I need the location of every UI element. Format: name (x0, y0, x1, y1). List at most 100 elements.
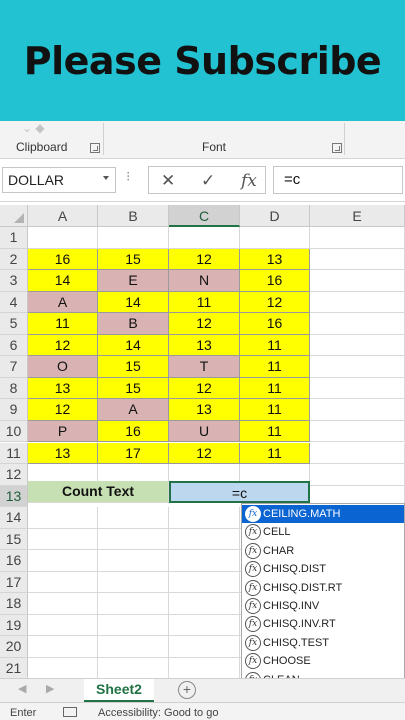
cell-a9[interactable]: 12 (28, 399, 98, 421)
row-header-14[interactable]: 14 (0, 507, 28, 529)
row-header-1[interactable]: 1 (0, 227, 28, 249)
row-header-19[interactable]: 19 (0, 614, 28, 637)
autocomplete-item[interactable]: fx CHISQ.INV (242, 597, 404, 615)
cell-a5[interactable]: 11 (28, 313, 98, 335)
cell-a19[interactable] (28, 614, 98, 637)
select-all-corner[interactable] (0, 205, 28, 227)
autocomplete-item[interactable]: fx CHAR (242, 542, 404, 560)
cancel-icon[interactable]: ✕ (161, 171, 175, 191)
row-header-18[interactable]: 18 (0, 593, 28, 615)
cell-d5[interactable]: 16 (240, 313, 310, 335)
cell-c1[interactable] (169, 227, 240, 249)
row-header-20[interactable]: 20 (0, 636, 28, 658)
cell-e1[interactable] (310, 227, 405, 249)
cell-c10[interactable]: U (169, 420, 240, 443)
cell-d3[interactable]: 16 (240, 270, 310, 292)
autocomplete-item[interactable]: fx CELL (242, 523, 404, 541)
cell-b4[interactable]: 14 (98, 291, 169, 314)
cell-b10[interactable]: 16 (98, 420, 169, 443)
cell-c19[interactable] (169, 614, 240, 637)
cell-b6[interactable]: 14 (98, 334, 169, 357)
accessibility-status[interactable]: Accessibility: Good to go (98, 707, 218, 719)
column-header-e[interactable]: E (310, 205, 405, 227)
cell-a2[interactable]: 16 (28, 248, 98, 271)
cell-b19[interactable] (98, 614, 169, 637)
cell-c15[interactable] (169, 528, 240, 551)
cell-c14[interactable] (169, 507, 240, 529)
cell-d9[interactable]: 11 (240, 399, 310, 421)
cell-b21[interactable] (98, 658, 169, 680)
cell-a15[interactable] (28, 528, 98, 551)
cell-c21[interactable] (169, 658, 240, 680)
row-header-17[interactable]: 17 (0, 571, 28, 594)
cell-e2[interactable] (310, 248, 405, 271)
cell-c11[interactable]: 12 (169, 442, 240, 464)
cell-a1[interactable] (28, 227, 98, 249)
row-header-9[interactable]: 9 (0, 399, 28, 421)
cell-c2[interactable]: 12 (169, 248, 240, 271)
cell-c3[interactable]: N (169, 270, 240, 292)
cell-b5[interactable]: B (98, 313, 169, 335)
row-header-16[interactable]: 16 (0, 550, 28, 572)
cell-a7[interactable]: O (28, 356, 98, 378)
autocomplete-item[interactable]: fx CHISQ.TEST (242, 634, 404, 652)
autocomplete-item[interactable]: fx CHISQ.DIST (242, 560, 404, 578)
cell-a11[interactable]: 13 (28, 442, 98, 464)
row-header-21[interactable]: 21 (0, 658, 28, 680)
cell-d7[interactable]: 11 (240, 356, 310, 378)
count-text-label[interactable]: Count Text (28, 481, 169, 503)
add-sheet-icon[interactable]: + (178, 681, 196, 699)
prev-sheet-icon[interactable]: ◀ (18, 682, 26, 695)
row-header-5[interactable]: 5 (0, 313, 28, 335)
cell-b1[interactable] (98, 227, 169, 249)
row-header-15[interactable]: 15 (0, 528, 28, 551)
cell-a20[interactable] (28, 636, 98, 658)
cell-e7[interactable] (310, 356, 405, 378)
cell-c16[interactable] (169, 550, 240, 572)
cell-e8[interactable] (310, 377, 405, 400)
cell-e11[interactable] (310, 442, 405, 464)
cell-c4[interactable]: 11 (169, 291, 240, 314)
next-sheet-icon[interactable]: ▶ (46, 682, 54, 695)
cell-b14[interactable] (98, 507, 169, 529)
macro-record-icon[interactable] (63, 707, 77, 717)
cell-a14[interactable] (28, 507, 98, 529)
row-header-4[interactable]: 4 (0, 291, 28, 314)
cell-d8[interactable]: 11 (240, 377, 310, 400)
cell-e6[interactable] (310, 334, 405, 357)
cell-c5[interactable]: 12 (169, 313, 240, 335)
cell-c20[interactable] (169, 636, 240, 658)
cell-b9[interactable]: A (98, 399, 169, 421)
cell-d1[interactable] (240, 227, 310, 249)
row-header-13[interactable]: 13 (0, 485, 28, 508)
cell-c18[interactable] (169, 593, 240, 615)
cell-b18[interactable] (98, 593, 169, 615)
cell-d11[interactable]: 11 (240, 442, 310, 464)
cell-c8[interactable]: 12 (169, 377, 240, 400)
row-header-6[interactable]: 6 (0, 334, 28, 357)
row-header-2[interactable]: 2 (0, 248, 28, 271)
autocomplete-item[interactable]: fx CHISQ.INV.RT (242, 615, 404, 633)
cell-a3[interactable]: 14 (28, 270, 98, 292)
cell-c17[interactable] (169, 571, 240, 594)
formula-input[interactable]: =c (273, 166, 403, 194)
cell-a8[interactable]: 13 (28, 377, 98, 400)
column-header-d[interactable]: D (240, 205, 310, 227)
column-header-b[interactable]: B (98, 205, 169, 227)
row-header-12[interactable]: 12 (0, 464, 28, 486)
cell-a10[interactable]: P (28, 420, 98, 443)
cell-b7[interactable]: 15 (98, 356, 169, 378)
row-header-8[interactable]: 8 (0, 377, 28, 400)
cell-e4[interactable] (310, 291, 405, 314)
cell-e9[interactable] (310, 399, 405, 421)
cell-b2[interactable]: 15 (98, 248, 169, 271)
cell-b20[interactable] (98, 636, 169, 658)
cell-a4[interactable]: A (28, 291, 98, 314)
cell-e10[interactable] (310, 420, 405, 443)
cell-a16[interactable] (28, 550, 98, 572)
cell-c7[interactable]: T (169, 356, 240, 378)
cell-b8[interactable]: 15 (98, 377, 169, 400)
name-box[interactable]: DOLLAR (2, 167, 116, 193)
column-header-c[interactable]: C (169, 205, 240, 227)
cell-e5[interactable] (310, 313, 405, 335)
